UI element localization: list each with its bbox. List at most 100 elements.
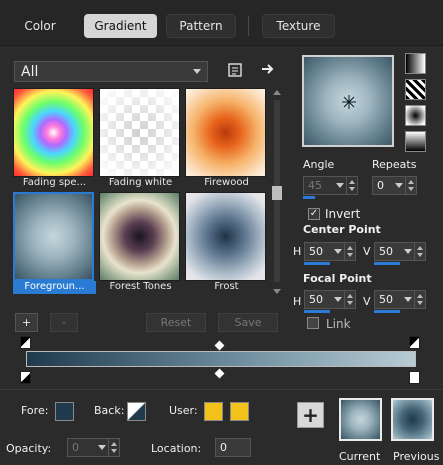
focal-v-value: 50: [379, 293, 393, 306]
angle-label: Angle: [303, 158, 335, 171]
gradient-thumb[interactable]: Foregroun...: [13, 192, 96, 295]
angle-slider[interactable]: [303, 196, 315, 199]
arrow-right-icon[interactable]: [259, 60, 277, 78]
add-to-library-button[interactable]: +: [297, 402, 324, 428]
focal-h-stepper[interactable]: [344, 291, 355, 308]
invert-label: Invert: [325, 207, 361, 221]
gradient-thumb[interactable]: Fading white: [99, 88, 182, 191]
angle-value: 45: [308, 179, 322, 192]
tab-pattern[interactable]: Pattern: [166, 14, 236, 38]
gradient-file-icon[interactable]: [226, 61, 244, 79]
chevron-down-icon[interactable]: [404, 249, 412, 254]
user-swatch-2[interactable]: [230, 402, 249, 421]
gradient-thumb[interactable]: Fading spe...: [13, 88, 96, 191]
gradient-editor-bar[interactable]: [26, 351, 416, 367]
chevron-down-icon[interactable]: [98, 445, 106, 450]
focal-v-input[interactable]: 50: [374, 290, 426, 309]
opacity-midpoint-marker[interactable]: [214, 340, 225, 351]
opacity-stop-right[interactable]: [409, 336, 420, 349]
user-swatch-1[interactable]: [204, 402, 223, 421]
tab-color[interactable]: Color: [6, 14, 74, 38]
chevron-down-icon[interactable]: [336, 183, 344, 188]
location-input[interactable]: 0: [215, 438, 251, 457]
focal-v-label: V: [363, 295, 371, 308]
gradient-label: Firewood: [204, 177, 249, 188]
gradient-label: Fading white: [108, 177, 173, 188]
gradient-label: Forest Tones: [109, 281, 172, 292]
tab-separator: [248, 16, 249, 36]
center-v-slider[interactable]: [374, 262, 400, 265]
color-stop-left[interactable]: [20, 371, 31, 384]
invert-checkbox[interactable]: ✓: [308, 208, 320, 220]
scroll-thumb[interactable]: [272, 186, 282, 200]
gradient-label: Fading spe...: [22, 177, 87, 188]
remove-gradient-button[interactable]: -: [50, 313, 78, 332]
scroll-down-icon[interactable]: [273, 289, 281, 294]
gradient-thumb[interactable]: Firewood: [185, 88, 268, 191]
center-h-stepper[interactable]: [344, 243, 355, 260]
gradient-preview: [13, 192, 94, 281]
focal-v-stepper[interactable]: [414, 291, 425, 308]
chevron-down-icon[interactable]: [334, 249, 342, 254]
focal-h-input[interactable]: 50: [304, 290, 356, 309]
gradient-preview: [99, 88, 180, 177]
center-v-stepper[interactable]: [414, 243, 425, 260]
repeats-input[interactable]: 0: [372, 176, 417, 195]
linear-style-icon[interactable]: [405, 53, 426, 74]
center-crosshair-icon: [342, 95, 356, 109]
tab-gradient[interactable]: Gradient: [84, 14, 157, 38]
save-button[interactable]: Save: [218, 313, 278, 332]
current-gradient-swatch[interactable]: [339, 398, 382, 441]
fore-label: Fore:: [21, 404, 49, 417]
opacity-input[interactable]: 0: [67, 438, 120, 457]
rectangular-style-icon[interactable]: [405, 79, 426, 100]
chevron-down-icon[interactable]: [395, 183, 403, 188]
opacity-value: 0: [72, 441, 79, 454]
focal-v-slider[interactable]: [374, 310, 400, 313]
category-dropdown[interactable]: All: [14, 61, 208, 82]
gradient-thumb[interactable]: Frost: [185, 192, 268, 295]
location-label: Location:: [151, 442, 202, 455]
link-checkbox[interactable]: [307, 317, 319, 329]
focal-h-label: H: [293, 295, 302, 308]
color-stop-right[interactable]: [409, 371, 420, 384]
link-label: Link: [326, 317, 351, 331]
radial-style-icon[interactable]: [405, 105, 426, 126]
chevron-down-icon[interactable]: [404, 297, 412, 302]
fore-swatch[interactable]: [55, 402, 74, 421]
back-label: Back:: [94, 404, 125, 417]
previous-gradient-swatch[interactable]: [391, 398, 434, 441]
focal-point-label: Focal Point: [303, 272, 372, 285]
gradient-thumb[interactable]: Forest Tones: [99, 192, 182, 295]
center-h-slider[interactable]: [304, 262, 330, 265]
sunburst-style-icon[interactable]: [405, 131, 426, 152]
divider: [0, 389, 443, 390]
gradient-label: Foregroun...: [13, 281, 96, 294]
focal-h-value: 50: [309, 293, 323, 306]
center-h-input[interactable]: 50: [304, 242, 356, 261]
user-label: User:: [169, 404, 198, 417]
color-midpoint-marker[interactable]: [214, 368, 225, 379]
opacity-stepper[interactable]: [108, 439, 119, 456]
back-swatch[interactable]: [127, 402, 146, 421]
gradient-preview: [13, 88, 94, 177]
center-point-label: Center Point: [303, 223, 381, 236]
angle-stepper[interactable]: [346, 177, 357, 194]
center-h-value: 50: [309, 245, 323, 258]
repeats-stepper[interactable]: [405, 177, 416, 194]
chevron-down-icon[interactable]: [334, 297, 342, 302]
category-value: All: [21, 63, 39, 80]
opacity-stop-left[interactable]: [20, 336, 31, 349]
scroll-up-icon[interactable]: [273, 90, 281, 95]
chevron-down-icon: [193, 69, 201, 74]
focal-h-slider[interactable]: [304, 310, 330, 313]
add-gradient-button[interactable]: +: [15, 313, 38, 332]
tab-texture[interactable]: Texture: [262, 14, 335, 38]
center-v-label: V: [363, 245, 371, 258]
library-scrollbar[interactable]: [271, 88, 283, 296]
gradient-preview: [99, 192, 180, 281]
reset-button[interactable]: Reset: [146, 313, 206, 332]
center-v-input[interactable]: 50: [374, 242, 426, 261]
center-v-value: 50: [379, 245, 393, 258]
angle-input[interactable]: 45: [303, 176, 358, 195]
